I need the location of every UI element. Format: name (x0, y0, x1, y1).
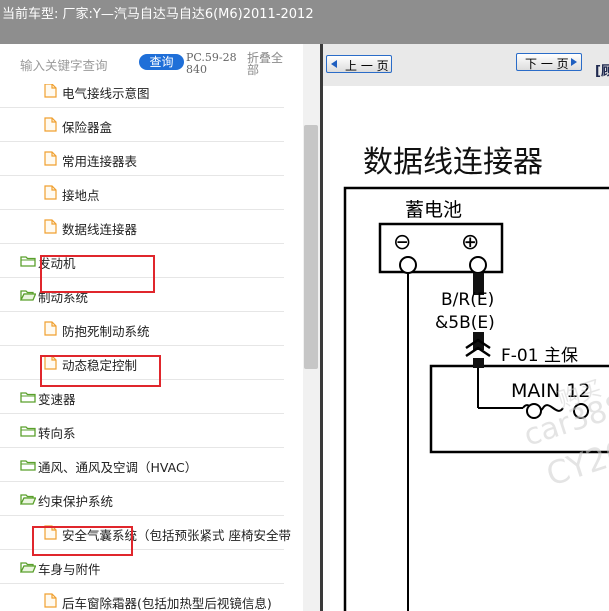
tree-folder-hvac[interactable]: 通风、通风及空调（HVAC） (0, 448, 284, 482)
page-icon (44, 593, 57, 608)
tree-item-label: 电气接线示意图 (62, 86, 150, 101)
page-icon (44, 84, 57, 98)
tree-item-label: 后车窗除霜器(包括加热型后视镜信息) (62, 596, 272, 611)
search-bar: 查询 PC.59-28840 折叠全部 (0, 44, 320, 84)
folder-icon (20, 426, 36, 437)
prev-page-button[interactable]: 上 一 页 (326, 55, 392, 73)
terminal-minus (399, 256, 417, 274)
page-icon (44, 355, 57, 370)
pc-code-label: PC.59-28840 (186, 51, 237, 76)
page-icon (44, 219, 57, 234)
tree-item-data-link-connector[interactable]: 数据线连接器 (0, 210, 284, 244)
tree-item-label: 安全气囊系统（包括预张紧式 座椅安全带 (62, 528, 291, 543)
wiring-diagram: 数据线连接器 蓄电池 ⊖ ⊕ B/R(E) &5B(E) F-01 主保 MAI… (343, 145, 609, 611)
folder-open-icon (20, 562, 36, 573)
fuse-feed (473, 358, 484, 368)
tree-folder-body-accessories[interactable]: 车身与附件 (0, 550, 284, 584)
collapse-all-button[interactable]: 折叠全部 (247, 52, 287, 76)
navigation-tree: 电气接线示意图 保险器盒 常用连接器表 接地点 数据线连接器 发动机 制动系统 … (0, 84, 302, 611)
next-page-label: 下 一 页 (525, 57, 569, 71)
tree-item-label: 转向系 (38, 426, 76, 441)
search-input[interactable] (20, 56, 132, 74)
window-title: 当前车型: 厂家:Y—汽马自达马自达6(M6)2011-2012 (2, 7, 314, 22)
battery-plus-icon: ⊕ (461, 230, 479, 255)
folder-open-icon (20, 290, 36, 301)
battery-minus-icon: ⊖ (393, 230, 411, 255)
next-page-button[interactable]: 下 一 页 (516, 53, 582, 71)
tree-item-label: 数据线连接器 (62, 222, 138, 237)
page-icon (44, 117, 57, 132)
tree-item-label: 常用连接器表 (62, 154, 138, 169)
fuse-block-label: F-01 主保 (501, 346, 578, 366)
battery-label: 蓄电池 (405, 199, 462, 221)
tree-item-dynamic-stability[interactable]: 动态稳定控制 (0, 346, 284, 380)
page-icon (44, 151, 57, 166)
page-icon (44, 185, 57, 200)
search-button[interactable]: 查询 (139, 54, 184, 70)
title-bar: 当前车型: 厂家:Y—汽马自达马自达6(M6)2011-2012 (0, 0, 609, 44)
tree-item-label: 通风、通风及空调（HVAC） (38, 460, 198, 475)
nav-extra-label: [顾 (595, 64, 609, 79)
tree-folder-transmission[interactable]: 变速器 (0, 380, 284, 414)
tree-item-label: 接地点 (62, 188, 100, 203)
tree-item-label: 车身与附件 (38, 562, 101, 577)
wire-label-1: B/R(E) (441, 290, 494, 310)
wire-label-2: &5B(E) (435, 313, 495, 333)
arrow-right-icon (571, 58, 577, 66)
folder-icon (20, 460, 36, 471)
terminal-plus (469, 256, 487, 274)
tree-item-label: 制动系统 (38, 290, 89, 305)
tree-item-label: 发动机 (38, 256, 76, 271)
left-pane: 查询 PC.59-28840 折叠全部 电气接线示意图 保险器盒 常用连接器表 … (0, 44, 320, 611)
tree-item-fuse-box[interactable]: 保险器盒 (0, 108, 284, 142)
tree-folder-engine[interactable]: 发动机 (0, 244, 284, 278)
tree-item-airbag-system[interactable]: 安全气囊系统（包括预张紧式 座椅安全带 (0, 516, 291, 550)
page-icon (44, 525, 57, 540)
arrow-left-icon (331, 60, 337, 68)
tree-folder-steering[interactable]: 转向系 (0, 414, 284, 448)
tree-item-label: 约束保护系统 (38, 494, 114, 509)
tree-folder-brake-system[interactable]: 制动系统 (0, 278, 284, 312)
scrollbar-thumb[interactable] (304, 125, 318, 369)
tree-item-label: 变速器 (38, 392, 76, 407)
tree-item-label: 保险器盒 (62, 120, 113, 135)
folder-icon (20, 392, 36, 403)
tree-item-connector-table[interactable]: 常用连接器表 (0, 142, 284, 176)
page-icon (44, 321, 57, 336)
tree-item-wiring-diagram[interactable]: 电气接线示意图 (0, 84, 284, 108)
folder-open-icon (20, 494, 36, 505)
folder-icon (20, 256, 36, 267)
prev-page-label: 上 一 页 (345, 59, 389, 73)
diagram-title: 数据线连接器 (363, 145, 543, 180)
tree-item-ground-points[interactable]: 接地点 (0, 176, 284, 210)
tree-item-abs[interactable]: 防抱死制动系统 (0, 312, 284, 346)
tree-folder-restraint-system[interactable]: 约束保护系统 (0, 482, 284, 516)
tree-item-label: 防抱死制动系统 (62, 324, 150, 339)
tree-item-label: 动态稳定控制 (62, 358, 138, 373)
tree-item-rear-defroster[interactable]: 后车窗除霜器(包括加热型后视镜信息) (0, 584, 284, 611)
